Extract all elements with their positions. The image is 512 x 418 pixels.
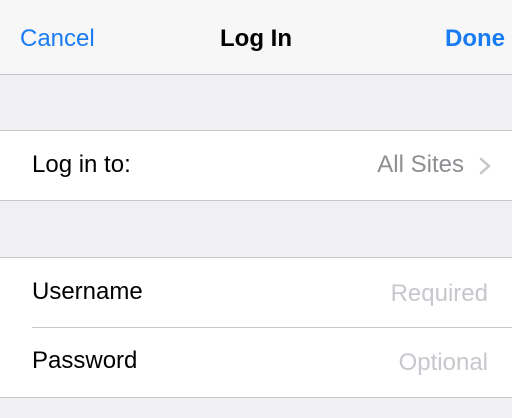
navigation-bar: Log In Cancel Done — [0, 0, 512, 75]
credentials-group: Username Password — [0, 257, 512, 398]
done-button[interactable]: Done — [445, 22, 505, 56]
password-field[interactable] — [238, 344, 488, 382]
log-in-to-row[interactable]: Log in to: All Sites — [0, 131, 512, 200]
chevron-right-icon — [478, 157, 494, 175]
username-field[interactable] — [238, 275, 488, 313]
log-in-to-label: Log in to: — [32, 151, 131, 178]
site-selection-group: Log in to: All Sites — [0, 130, 512, 201]
cancel-button[interactable]: Cancel — [20, 22, 95, 56]
password-row: Password — [0, 327, 512, 396]
username-row: Username — [0, 258, 512, 327]
password-label: Password — [32, 347, 138, 374]
username-label: Username — [32, 278, 143, 305]
selected-site-value: All Sites — [377, 151, 464, 178]
